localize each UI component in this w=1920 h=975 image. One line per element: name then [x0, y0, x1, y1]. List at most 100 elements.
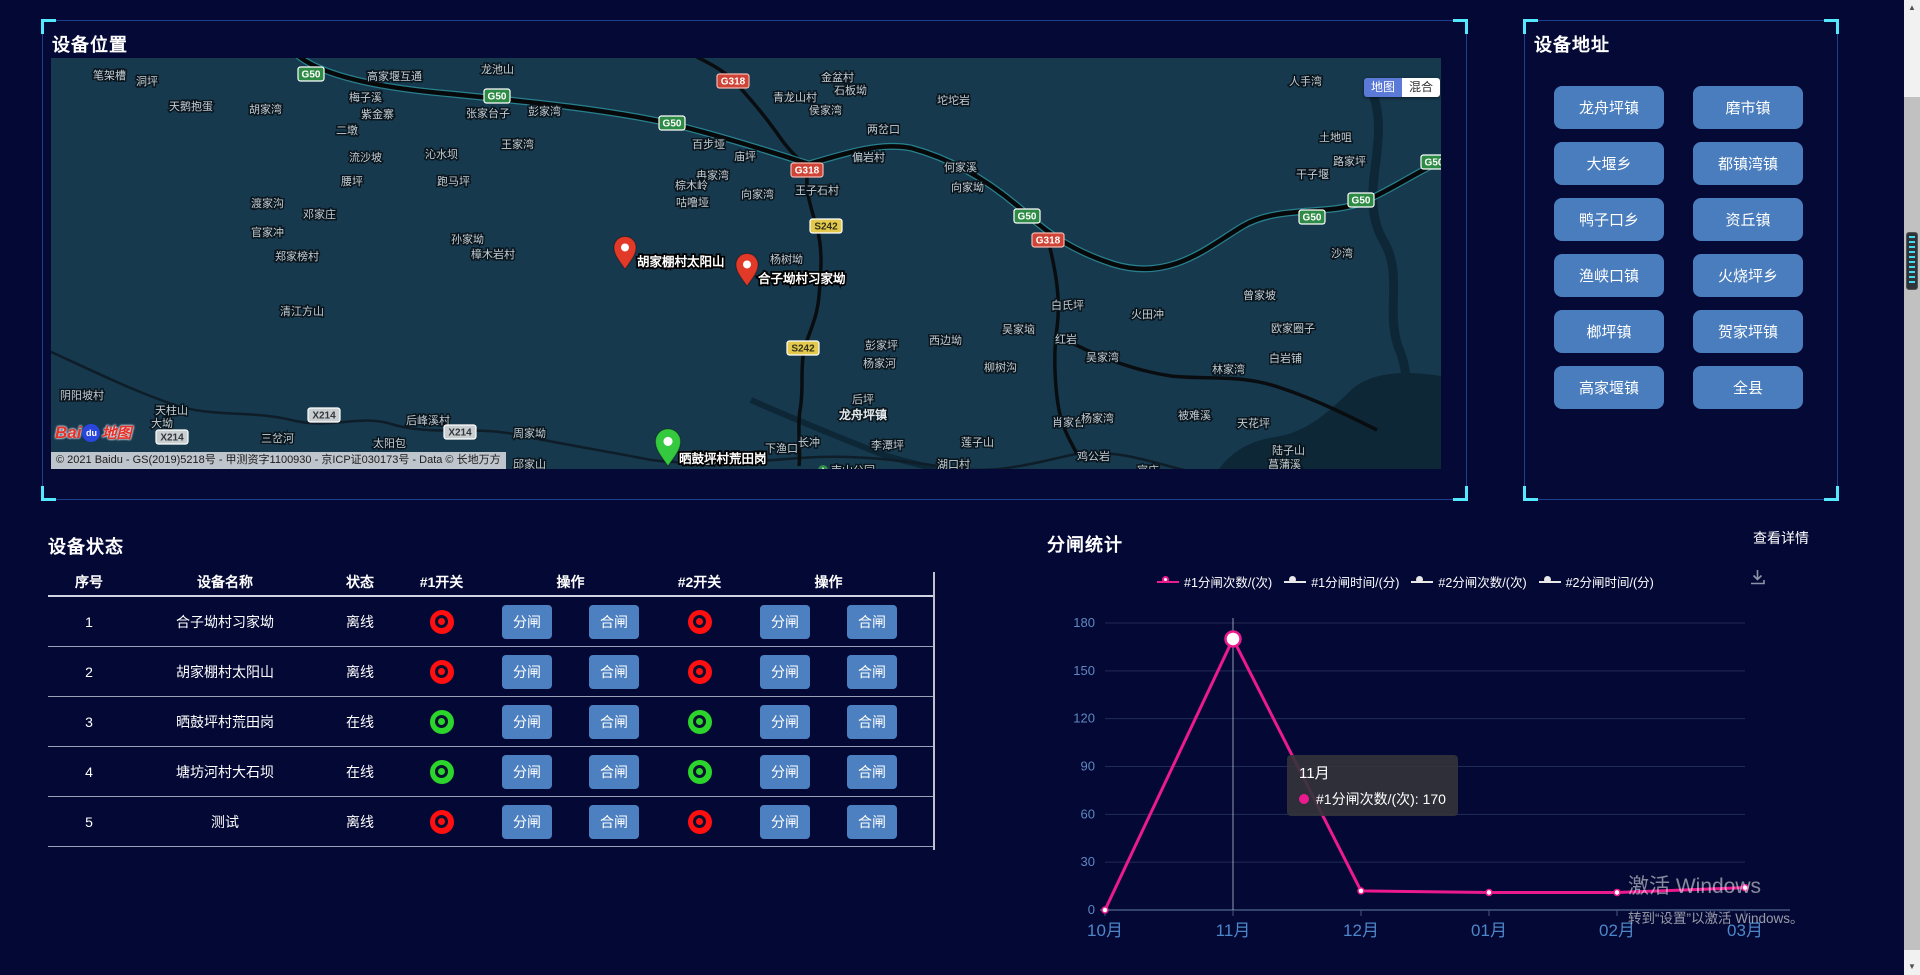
close-switch1-button-row1[interactable]: 合闸: [589, 605, 639, 639]
download-icon[interactable]: [1748, 568, 1767, 592]
open-switch2-button-row2[interactable]: 分闸: [760, 655, 810, 689]
switch2-indicator-red: [688, 810, 712, 834]
address-button-1[interactable]: 龙舟坪镇: [1554, 86, 1664, 129]
map-type-map-button[interactable]: 地图: [1364, 78, 1402, 97]
address-button-3[interactable]: 大堰乡: [1554, 142, 1664, 185]
open-switch1-button-row2[interactable]: 分闸: [502, 655, 552, 689]
scrollbar-down-icon[interactable]: ▼: [1904, 959, 1920, 975]
row-operations: 分闸 合闸: [741, 605, 916, 639]
legend-item-3[interactable]: #2分闸次数/(次): [1411, 572, 1526, 591]
address-button-6[interactable]: 资丘镇: [1693, 198, 1803, 241]
svg-text:11月: 11月: [1216, 921, 1251, 940]
map-place-label: 白岩铺: [1269, 351, 1302, 365]
address-button-5[interactable]: 鸭子口乡: [1554, 198, 1664, 241]
map-place-label: 跑马坪: [437, 174, 470, 188]
svg-text:G50: G50: [302, 70, 321, 81]
map-place-label: 百步垭: [692, 138, 725, 151]
device-status: 离线: [320, 812, 400, 832]
close-switch2-button-row4[interactable]: 合闸: [847, 755, 897, 789]
map-place-label: 洞坪: [136, 75, 158, 88]
view-details-link[interactable]: 查看详情: [1753, 528, 1809, 548]
svg-text:X214: X214: [312, 411, 336, 422]
baidu-map[interactable]: 笔架槽洞坪天鹅抱蛋胡家湾高家堰互通梅子溪紫金寨二墩流沙坡沁水坝腰坪跑马坪渡家沟邓…: [51, 58, 1441, 469]
baidu-map-word: 地图: [101, 422, 131, 443]
open-switch2-button-row4[interactable]: 分闸: [760, 755, 810, 789]
legend-item-1[interactable]: #1分闸次数/(次): [1157, 572, 1272, 591]
map-place-label: 王家湾: [501, 137, 534, 151]
open-switch1-button-row1[interactable]: 分闸: [502, 605, 552, 639]
svg-text:12月: 12月: [1343, 921, 1379, 940]
switch1-indicator-red: [430, 810, 454, 834]
map-type-hybrid-button[interactable]: 混合: [1402, 78, 1440, 97]
legend-item-2[interactable]: #1分闸时间/(分): [1284, 572, 1399, 591]
open-switch1-button-row5[interactable]: 分闸: [502, 805, 552, 839]
svg-text:150: 150: [1073, 663, 1095, 678]
switch2-indicator-red: [688, 610, 712, 634]
legend-item-4[interactable]: #2分闸时间/(分): [1539, 572, 1654, 591]
legend-marker: [1284, 575, 1306, 588]
address-button-10[interactable]: 贺家坪镇: [1693, 310, 1803, 353]
: [400, 610, 483, 634]
road-badge-g50: G50: [659, 116, 685, 130]
close-switch2-button-row5[interactable]: 合闸: [847, 805, 897, 839]
close-switch2-button-row2[interactable]: 合闸: [847, 655, 897, 689]
address-button-4[interactable]: 都镇湾镇: [1693, 142, 1803, 185]
map-place-label: 鸡公岩: [1077, 449, 1110, 463]
scrollbar-widget[interactable]: [1906, 232, 1918, 290]
close-switch2-button-row1[interactable]: 合闸: [847, 605, 897, 639]
map-place-label: 张家台子: [466, 106, 510, 120]
page-scrollbar[interactable]: ▲ ▼: [1904, 0, 1920, 975]
legend-label: #1分闸时间/(分): [1311, 572, 1399, 591]
road-badge-g318: G318: [791, 163, 823, 177]
svg-text:G318: G318: [1036, 236, 1061, 247]
table-row-1: 1合子坳村习家坳离线分闸合闸分闸合闸: [48, 597, 933, 647]
legend-marker: [1411, 575, 1433, 588]
close-switch1-button-row5[interactable]: 合闸: [589, 805, 639, 839]
address-button-12[interactable]: 全县: [1693, 366, 1803, 409]
close-switch1-button-row3[interactable]: 合闸: [589, 705, 639, 739]
map-place-label: 林家湾: [1212, 362, 1245, 376]
address-button-11[interactable]: 高家堰镇: [1554, 366, 1664, 409]
column-header: 状态: [320, 572, 400, 592]
map-place-label: 石板坳: [834, 83, 867, 97]
open-switch2-button-row1[interactable]: 分闸: [760, 605, 810, 639]
open-switch1-button-row4[interactable]: 分闸: [502, 755, 552, 789]
row-operations: 分闸 合闸: [741, 655, 916, 689]
open-switch2-button-row5[interactable]: 分闸: [760, 805, 810, 839]
switch1-indicator-green: [430, 760, 454, 784]
row-operations: 分闸 合闸: [483, 755, 658, 789]
switch2-indicator-red: [688, 660, 712, 684]
map-place-label: 大坳: [151, 416, 173, 430]
map-place-label: 柳树沟: [984, 360, 1017, 374]
open-switch1-button-row3[interactable]: 分闸: [502, 705, 552, 739]
corner-bracket: [1523, 19, 1538, 34]
map-place-label: 路家坪: [1333, 154, 1366, 168]
address-button-8[interactable]: 火烧坪乡: [1693, 254, 1803, 297]
address-button-7[interactable]: 渔峡口镇: [1554, 254, 1664, 297]
address-button-9[interactable]: 榔坪镇: [1554, 310, 1664, 353]
baidu-paw-icon: du: [82, 424, 100, 442]
map-place-label: 腰坪: [341, 175, 363, 188]
tooltip-series-dot: [1299, 794, 1309, 804]
row-operations: 分闸 合闸: [483, 655, 658, 689]
map-place-label: 湖口村: [937, 457, 970, 469]
: [400, 660, 483, 684]
svg-text:G50: G50: [1352, 196, 1371, 207]
svg-text:G318: G318: [721, 77, 746, 88]
scrollbar-thumb[interactable]: [1904, 97, 1920, 950]
corner-bracket: [41, 19, 56, 34]
scrollbar-up-icon[interactable]: ▲: [1904, 0, 1920, 16]
address-button-2[interactable]: 磨市镇: [1693, 86, 1803, 129]
map-place-label: 欧家圈子: [1271, 321, 1315, 335]
close-switch2-button-row3[interactable]: 合闸: [847, 705, 897, 739]
close-switch1-button-row2[interactable]: 合闸: [589, 655, 639, 689]
map-place-label: 杨家湾: [1081, 411, 1114, 425]
table-row-2: 2胡家棚村太阳山离线分闸合闸分闸合闸: [48, 647, 933, 697]
open-switch2-button-row3[interactable]: 分闸: [760, 705, 810, 739]
close-switch1-button-row4[interactable]: 合闸: [589, 755, 639, 789]
device-status-title: 设备状态: [48, 533, 124, 559]
svg-text:G318: G318: [795, 166, 820, 177]
baidu-maps-logo[interactable]: Bai du 地图: [55, 422, 131, 443]
map-place-label: 二墩: [336, 123, 358, 137]
map-place-label: 邓家庄: [303, 207, 336, 221]
